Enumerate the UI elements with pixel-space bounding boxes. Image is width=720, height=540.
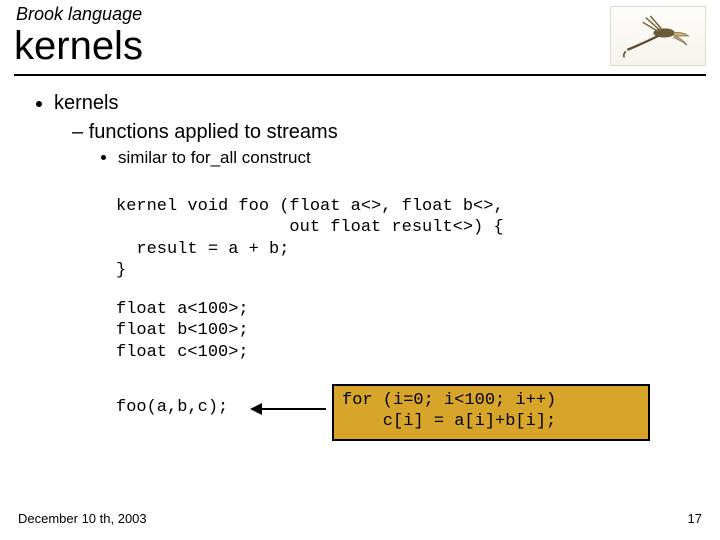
bullet-l3: similar to for_all construct — [118, 144, 720, 172]
footer-page-number: 17 — [688, 511, 702, 526]
bullet-l2-text: functions applied to streams — [89, 121, 338, 143]
code-expanded-box: for (i=0; i<100; i++) c[i] = a[i]+b[i]; — [332, 384, 650, 441]
title-underline — [14, 74, 706, 76]
bullet-l1: kernels functions applied to streams sim… — [54, 88, 720, 180]
code-call: foo(a,b,c); — [116, 398, 228, 417]
bullet-l1-text: kernels — [54, 92, 118, 114]
slide-header: Brook language kernels — [0, 0, 720, 78]
slide-title: kernels — [14, 24, 143, 69]
bullet-l3-text: similar to for_all construct — [118, 148, 311, 167]
code-kernel-def: kernel void foo (float a<>, float b<>, o… — [116, 196, 720, 281]
footer-date: December 10 th, 2003 — [18, 511, 147, 526]
fly-fishing-lure-icon — [618, 13, 698, 59]
slide-suptitle: Brook language — [16, 4, 142, 25]
arrow-left-icon — [252, 408, 326, 410]
slide-body: kernels functions applied to streams sim… — [0, 88, 720, 363]
bullet-l2: functions applied to streams similar to … — [72, 115, 720, 176]
logo-image — [610, 6, 706, 66]
code-decls: float a<100>; float b<100>; float c<100>… — [116, 299, 720, 363]
